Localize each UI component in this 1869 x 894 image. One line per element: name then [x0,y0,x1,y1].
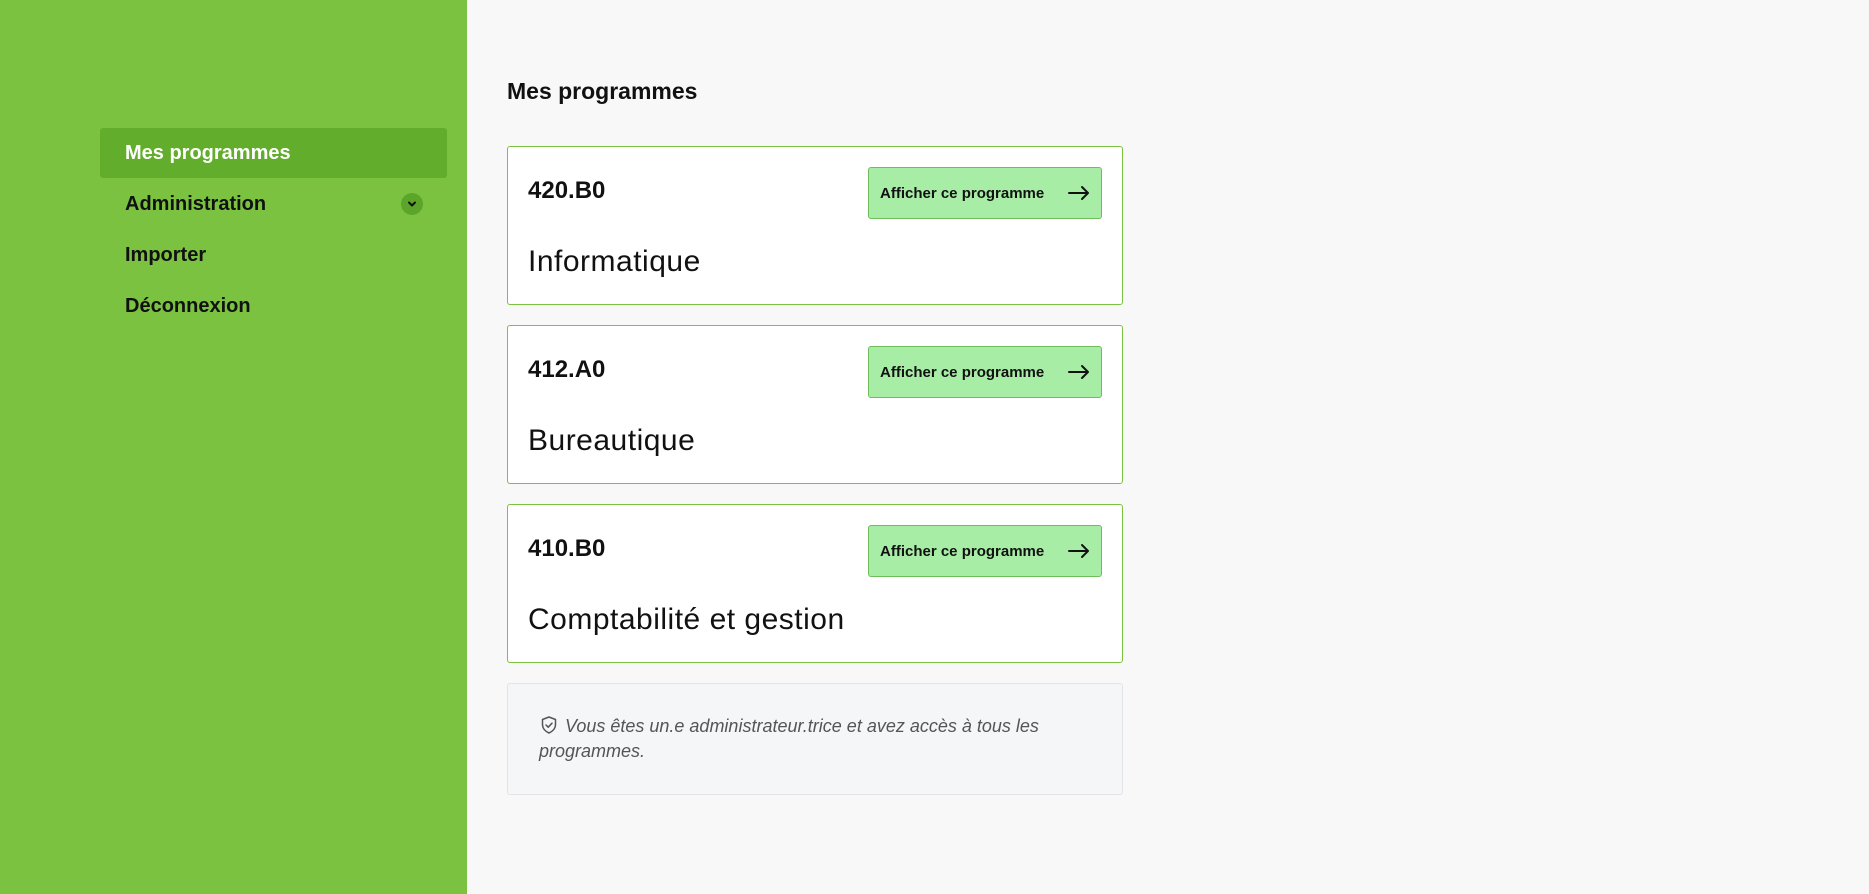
program-name: Bureautique [528,424,696,457]
program-name: Comptabilité et gestion [528,603,845,636]
view-program-label: Afficher ce programme [880,184,1045,202]
sidebar-item-label: Administration [125,192,267,215]
sidebar-item-label: Importer [125,243,207,266]
page-title: Mes programmes [507,78,698,104]
sidebar-item-administration[interactable]: Administration [100,179,447,229]
view-program-button[interactable]: Afficher ce programme [868,167,1102,219]
program-name: Informatique [528,245,701,278]
sidebar: Mes programmes Administration Importer D… [0,0,467,894]
main-content: Mes programmes 420.B0 Informatique Affic… [467,0,1869,894]
arrow-right-icon [1068,365,1089,379]
chevron-down-icon[interactable] [401,193,423,215]
arrow-right-icon [1068,544,1089,558]
view-program-button[interactable]: Afficher ce programme [868,346,1102,398]
view-program-label: Afficher ce programme [880,363,1045,381]
admin-notice-text: Vous êtes un.e administrateur.trice et a… [539,716,1039,761]
sidebar-item-label: Mes programmes [125,141,291,164]
sidebar-item-mes-programmes[interactable]: Mes programmes [100,128,447,178]
sidebar-item-label: Déconnexion [125,294,251,317]
admin-notice: Vous êtes un.e administrateur.trice et a… [507,683,1123,795]
sidebar-item-importer[interactable]: Importer [100,230,447,280]
view-program-label: Afficher ce programme [880,542,1045,560]
arrow-right-icon [1068,186,1089,200]
program-card: 410.B0 Comptabilité et gestion Afficher … [507,504,1123,663]
sidebar-item-deconnexion[interactable]: Déconnexion [100,281,447,331]
view-program-button[interactable]: Afficher ce programme [868,525,1102,577]
shield-check-icon [541,716,557,734]
program-card: 412.A0 Bureautique Afficher ce programme [507,325,1123,484]
program-card: 420.B0 Informatique Afficher ce programm… [507,146,1123,305]
